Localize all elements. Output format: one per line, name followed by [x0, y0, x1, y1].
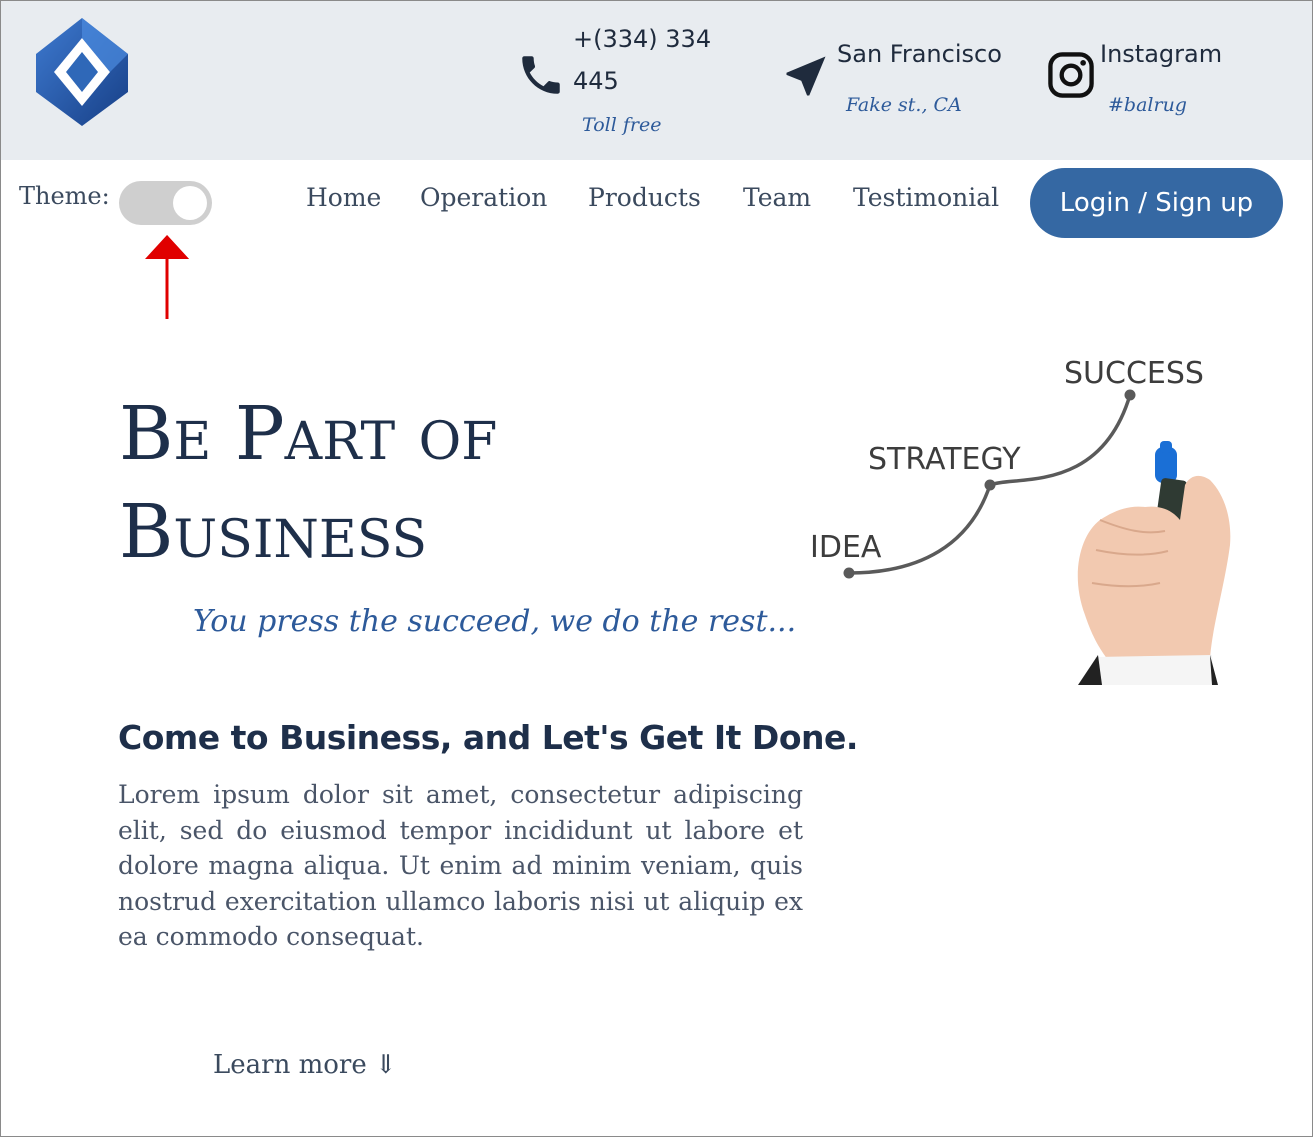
nav-home[interactable]: Home	[306, 183, 381, 212]
location-address: Fake st., CA	[846, 94, 962, 116]
nav-team[interactable]: Team	[743, 183, 811, 212]
hero-title-line-1: Be Part of	[119, 391, 498, 477]
phone-icon	[522, 56, 560, 94]
nav-testimonial[interactable]: Testimonial	[853, 183, 999, 212]
hero-title-line-2: Business	[119, 489, 428, 575]
location-city[interactable]: San Francisco	[837, 40, 1002, 68]
nav-products[interactable]: Products	[588, 183, 701, 212]
instagram-label[interactable]: Instagram	[1100, 40, 1222, 68]
phone-caption: Toll free	[582, 114, 662, 136]
idea-strategy-success-illustration: SUCCESS STRATEGY IDEA	[810, 356, 1231, 685]
instagram-icon[interactable]	[1045, 49, 1097, 101]
hero-subheading: Come to Business, and Let's Get It Done.	[118, 718, 858, 757]
nav-operation[interactable]: Operation	[420, 183, 547, 212]
hero-tagline: You press the succeed, we do the rest...	[193, 604, 797, 639]
illustration-step-2: STRATEGY	[868, 442, 1021, 477]
phone-number[interactable]: +(334) 334 445	[573, 18, 723, 102]
red-annotation-arrow-icon	[145, 235, 189, 319]
instagram-handle: #balrug	[1108, 94, 1187, 116]
diamond-logo-icon[interactable]	[34, 16, 130, 128]
theme-toggle-knob	[173, 186, 207, 220]
theme-label: Theme:	[19, 182, 110, 210]
illustration-step-1: IDEA	[810, 530, 882, 565]
illustration-step-3: SUCCESS	[1064, 356, 1204, 391]
location-arrow-icon	[786, 56, 826, 96]
theme-toggle[interactable]	[119, 181, 212, 225]
hero-body-text: Lorem ipsum dolor sit amet, consectetur …	[118, 780, 803, 951]
hand-with-marker-icon	[1077, 441, 1231, 685]
login-signup-button[interactable]: Login / Sign up	[1030, 168, 1283, 238]
learn-more-link[interactable]: Learn more ⇓	[213, 1050, 397, 1080]
hero-title: Be Part of Business	[119, 385, 639, 581]
